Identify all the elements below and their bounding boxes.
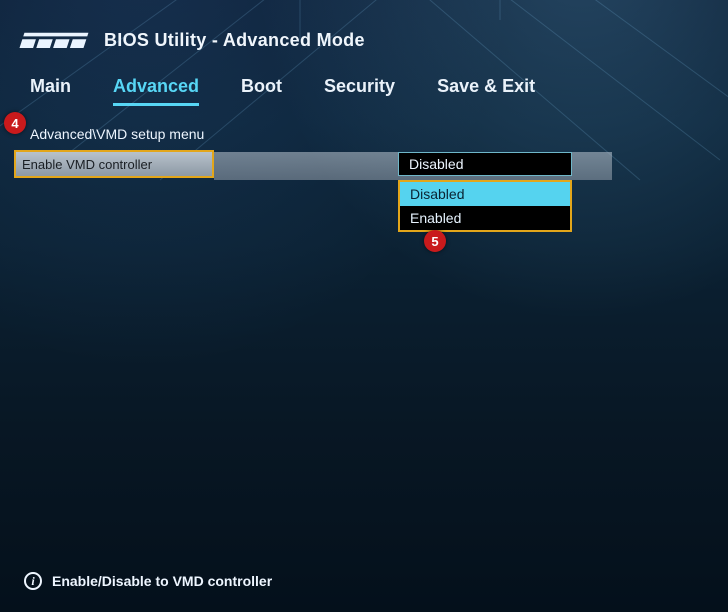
tab-security[interactable]: Security bbox=[324, 76, 395, 106]
dropdown-option-disabled[interactable]: Disabled bbox=[400, 182, 570, 206]
setting-current-value[interactable]: Disabled bbox=[398, 152, 572, 176]
setting-row-area: Enable VMD controller Disabled Disabled … bbox=[0, 150, 728, 230]
help-text: Enable/Disable to VMD controller bbox=[52, 573, 272, 589]
tab-boot[interactable]: Boot bbox=[241, 76, 282, 106]
tab-main[interactable]: Main bbox=[30, 76, 71, 106]
annotation-step-5: 5 bbox=[424, 230, 446, 252]
header: BIOS Utility - Advanced Mode bbox=[0, 0, 728, 60]
asus-logo bbox=[18, 28, 90, 52]
dropdown-option-enabled[interactable]: Enabled bbox=[400, 206, 570, 230]
help-bar: i Enable/Disable to VMD controller bbox=[0, 554, 728, 612]
breadcrumb: Advanced\VMD setup menu bbox=[0, 116, 728, 148]
content-area: 4 Advanced\VMD setup menu Enable VMD con… bbox=[0, 112, 728, 230]
app-title: BIOS Utility - Advanced Mode bbox=[104, 30, 365, 51]
tab-bar: Main Advanced Boot Security Save & Exit bbox=[0, 60, 728, 112]
dropdown-vmd-options[interactable]: Disabled Enabled bbox=[398, 180, 572, 232]
tab-save-exit[interactable]: Save & Exit bbox=[437, 76, 535, 106]
tab-advanced[interactable]: Advanced bbox=[113, 76, 199, 106]
annotation-step-4: 4 bbox=[4, 112, 26, 134]
setting-enable-vmd-controller[interactable]: Enable VMD controller bbox=[14, 150, 214, 178]
info-icon: i bbox=[24, 572, 42, 590]
